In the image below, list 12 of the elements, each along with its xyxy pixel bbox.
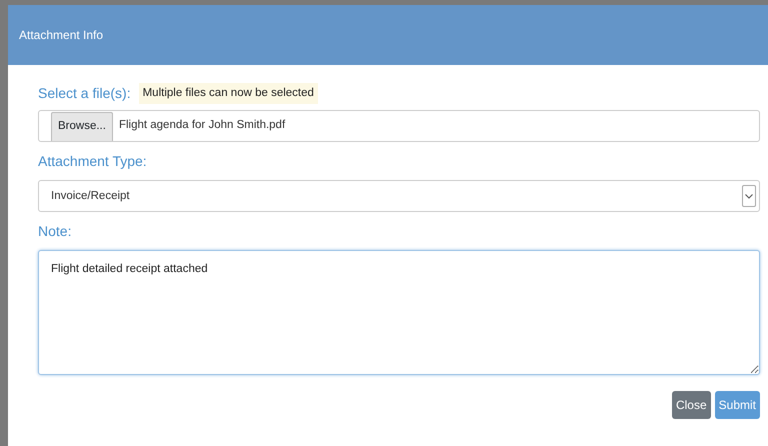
select-field[interactable]: Invoice/Receipt [38,180,760,212]
dialog-title: Attachment Info [19,27,104,44]
field-label: Note: [38,223,72,240]
hint-text: Multiple files can now be selected [138,83,318,104]
file-name: Flight agenda for John Smith.pdf [118,118,286,133]
note-field[interactable]: Flight detailed receipt attached [38,250,760,376]
browse-button[interactable]: Browse... [51,112,113,142]
close-button[interactable]: Close [672,391,711,420]
field-label: Attachment Type: [38,153,147,170]
caret-icon [745,194,753,199]
field-label: Select a file(s): [38,84,131,104]
file-field[interactable]: Browse... Flight agenda for John Smith.pdf [38,110,760,142]
